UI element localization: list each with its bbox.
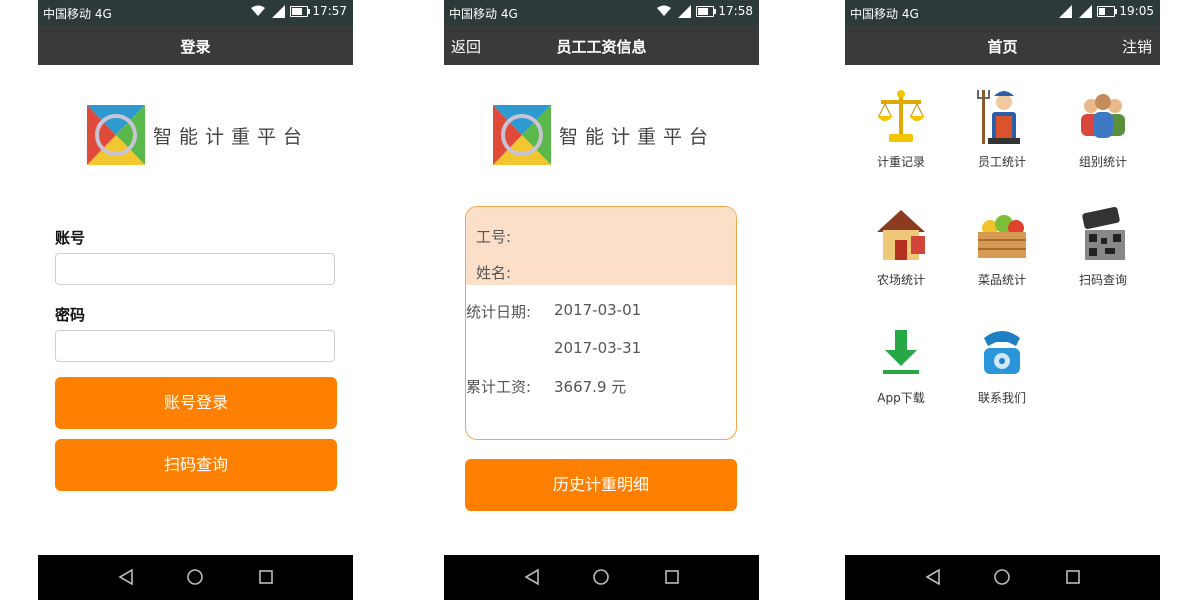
logo-icon: [87, 105, 145, 165]
signal-icon: [272, 4, 286, 18]
grid-label: 计重记录: [876, 155, 925, 169]
telephone-icon: [984, 331, 1020, 374]
home-icon[interactable]: [186, 568, 204, 586]
nav-bar: [845, 555, 1160, 600]
clock: 17:58: [718, 4, 753, 18]
battery-icon: [1097, 5, 1118, 17]
page-title: 首页: [987, 38, 1018, 56]
farmhouse-icon: [877, 210, 925, 260]
grid-label: 菜品统计: [977, 273, 1026, 287]
signal-icon-2: [1079, 4, 1093, 18]
date-label: 统计日期:: [466, 303, 532, 321]
back-icon[interactable]: [925, 568, 941, 586]
vegetable-crate-icon: [978, 215, 1026, 258]
password-label: 密码: [55, 306, 86, 324]
logout-link[interactable]: 注销: [1122, 36, 1152, 57]
grid-label: 联系我们: [977, 391, 1026, 405]
grid-label: 农场统计: [876, 273, 925, 287]
group-stats-item[interactable]: 组别统计: [1058, 88, 1148, 170]
battery-icon: [696, 5, 717, 17]
wifi-icon: [657, 5, 672, 16]
password-input[interactable]: [55, 330, 335, 362]
title-bar: 登录: [38, 25, 353, 65]
account-input[interactable]: [55, 253, 335, 285]
wifi-icon: [251, 5, 266, 16]
status-bar: 中国移动 4G 19:05: [845, 0, 1160, 25]
logo-text: 智能计重平台: [153, 125, 310, 148]
signal-icon: [678, 4, 692, 18]
account-label: 账号: [55, 229, 86, 247]
carrier-label: 中国移动 4G: [43, 7, 112, 21]
qr-scan-icon: [1082, 206, 1125, 260]
employee-stats-item[interactable]: 员工统计: [957, 88, 1047, 170]
title-bar: 返回 员工工资信息: [444, 25, 759, 65]
app-logo: 智能计重平台: [87, 105, 309, 165]
logo-icon: [493, 105, 551, 165]
date-from: 2017-03-01: [554, 301, 642, 319]
farm-stats-item[interactable]: 农场统计: [856, 206, 946, 288]
employee-id-label: 工号:: [476, 228, 512, 246]
wage-info-screen: 中国移动 4G 17:58 返回 员工工资信息 智能计重平台 工号: 姓名: 统…: [444, 0, 759, 600]
status-bar: 中国移动 4G 17:58: [444, 0, 759, 25]
status-bar: 中国移动 4G 17:57: [38, 0, 353, 25]
grid-label: 员工统计: [977, 155, 1026, 169]
recents-icon[interactable]: [258, 568, 274, 586]
group-people-icon: [1081, 94, 1125, 138]
carrier-label: 中国移动 4G: [850, 7, 919, 21]
grid-label: 扫码查询: [1078, 273, 1127, 287]
clock: 19:05: [1119, 4, 1154, 18]
page-title: 登录: [180, 38, 211, 56]
wage-label: 累计工资:: [466, 378, 532, 396]
title-bar: 首页 注销: [845, 25, 1160, 65]
download-icon: [883, 330, 919, 374]
page-title: 员工工资信息: [556, 38, 647, 56]
wage-info-card: 工号: 姓名: 统计日期: 2017-03-01 2017-03-31 累计工资…: [465, 206, 737, 440]
scan-query-item[interactable]: 扫码查询: [1058, 206, 1148, 288]
date-to: 2017-03-31: [554, 339, 642, 357]
back-icon[interactable]: [118, 568, 134, 586]
grid-label: 组别统计: [1078, 155, 1127, 169]
nav-bar: [38, 555, 353, 600]
weighing-record-item[interactable]: 计重记录: [856, 88, 946, 170]
carrier-label: 中国移动 4G: [449, 7, 518, 21]
history-detail-button[interactable]: 历史计重明细: [465, 459, 737, 511]
signal-icon: [1059, 4, 1073, 18]
app-logo: 智能计重平台: [493, 105, 715, 165]
login-button[interactable]: 账号登录: [55, 377, 337, 429]
home-screen: 中国移动 4G 19:05 首页 注销 计重记录 员工统计 组别统计 农场统计 …: [845, 0, 1160, 600]
dish-stats-item[interactable]: 菜品统计: [957, 206, 1047, 288]
battery-icon: [290, 5, 311, 17]
wage-value: 3667.9 元: [554, 378, 627, 396]
recents-icon[interactable]: [664, 568, 680, 586]
employee-name-label: 姓名:: [476, 264, 512, 282]
app-download-item[interactable]: App下载: [856, 324, 946, 406]
nav-bar: [444, 555, 759, 600]
logo-text: 智能计重平台: [559, 125, 716, 148]
contact-us-item[interactable]: 联系我们: [957, 324, 1047, 406]
recents-icon[interactable]: [1065, 568, 1081, 586]
clock: 17:57: [312, 4, 347, 18]
back-icon[interactable]: [524, 568, 540, 586]
grid-label: App下载: [877, 391, 925, 405]
home-icon[interactable]: [592, 568, 610, 586]
home-icon[interactable]: [993, 568, 1011, 586]
scan-query-button[interactable]: 扫码查询: [55, 439, 337, 491]
scale-icon: [877, 90, 925, 142]
farmer-icon: [977, 90, 1020, 144]
login-screen: 中国移动 4G 17:57 登录 智能计重平台 账号 密码 账号登录 扫码查询: [38, 0, 353, 600]
